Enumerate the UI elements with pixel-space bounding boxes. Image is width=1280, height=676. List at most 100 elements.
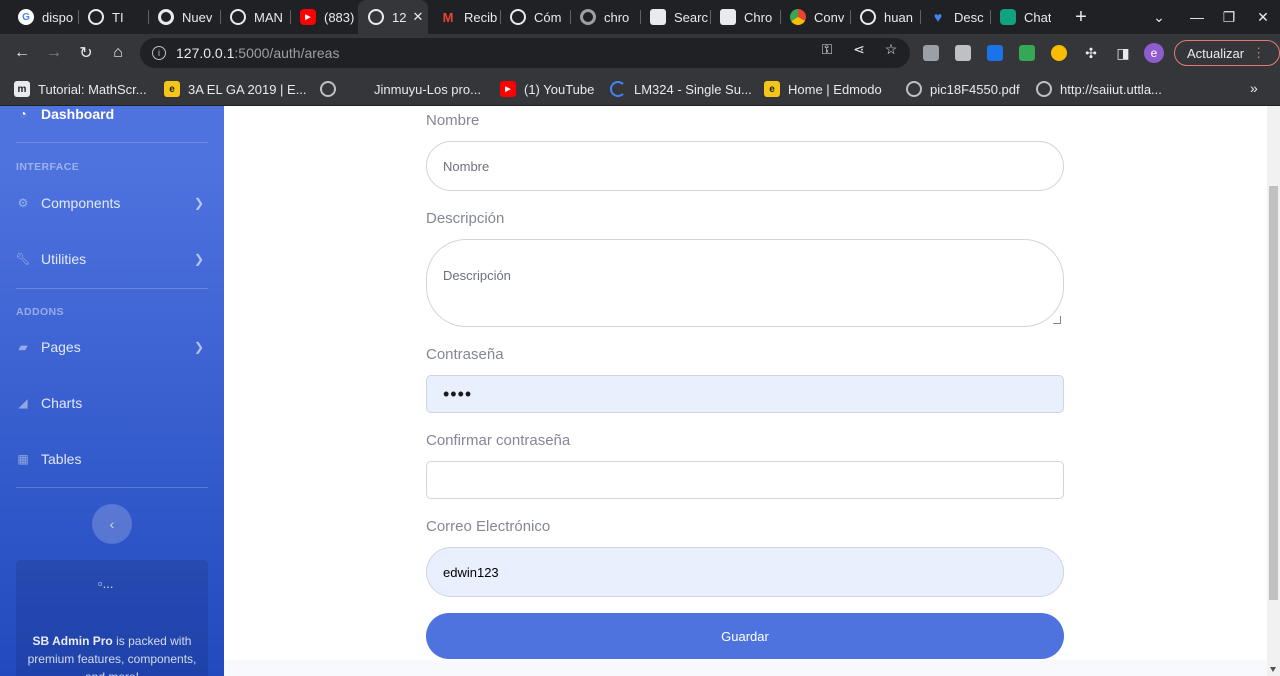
bookmark[interactable] <box>320 80 344 98</box>
avatar[interactable]: e <box>1144 43 1164 63</box>
bookmark[interactable]: e 3A EL GA 2019 | E... <box>164 80 307 98</box>
tab[interactable]: ▶ (883) <box>290 0 356 34</box>
chevron-left-icon: ‹ <box>109 516 115 532</box>
confirm-password-field[interactable] <box>426 461 1064 499</box>
restore-icon[interactable]: ❐ <box>1212 0 1246 34</box>
sidebar-item-label: Utilities <box>41 251 87 267</box>
sidebar-item-components[interactable]: ⚙ Components ❯ <box>16 191 208 215</box>
page-viewport: ◔ Dashboard INTERFACE ⚙ Components ❯ 🔧︎ … <box>0 106 1280 676</box>
descripcion-label: Descripción <box>426 210 505 227</box>
scrollbar-thumb[interactable] <box>1269 186 1278 600</box>
edmodo-icon: e <box>764 81 780 97</box>
update-label: Actualizar <box>1187 45 1245 61</box>
share-icon[interactable]: ⋖ <box>851 41 867 57</box>
bookmark[interactable]: pic18F4550.pdf <box>906 80 1020 98</box>
chart-area-icon: ◢ <box>18 396 28 410</box>
tab-active[interactable]: 12 ✕ <box>358 0 428 34</box>
reload-icon[interactable]: ↻ <box>72 39 100 67</box>
forward-icon[interactable]: → <box>40 39 68 67</box>
tab[interactable]: Nuev <box>148 0 218 34</box>
download-extension-icon[interactable] <box>1019 45 1035 61</box>
tab-title: chro <box>604 9 630 25</box>
bookmark[interactable]: ▶ (1) YouTube <box>500 80 594 98</box>
tab[interactable]: G dispo <box>8 0 74 34</box>
divider <box>16 142 208 143</box>
sidebar-item-label: Components <box>41 195 121 211</box>
sidebar-item-tables[interactable]: ▦ Tables <box>16 447 208 471</box>
back-icon[interactable]: ← <box>8 39 36 67</box>
tab-search-icon[interactable]: ⌄ <box>1142 0 1176 34</box>
globe-icon <box>1036 81 1052 97</box>
sidebar-item-utilities[interactable]: 🔧︎ Utilities ❯ <box>15 247 208 271</box>
extension-icon[interactable] <box>955 45 971 61</box>
tab[interactable]: MAN <box>220 0 288 34</box>
vertical-scrollbar[interactable] <box>1267 106 1280 676</box>
tab[interactable]: chro <box>570 0 638 34</box>
password-field[interactable]: •••• <box>426 375 1064 413</box>
tab[interactable]: Chro <box>710 0 778 34</box>
tab[interactable]: Cóm <box>500 0 568 34</box>
sidebar-item-pages[interactable]: ▰ Pages ❯ <box>16 335 208 359</box>
sidebar-item-dashboard[interactable]: ◔ Dashboard <box>16 106 208 126</box>
sidebar-item-charts[interactable]: ◢ Charts <box>16 391 208 415</box>
save-button[interactable]: Guardar <box>426 613 1064 659</box>
promo-text: SB Admin Pro is packed with premium feat… <box>27 634 197 676</box>
globe-icon <box>906 81 922 97</box>
translate-extension-icon[interactable] <box>923 45 939 61</box>
tachometer-icon: ◔ <box>19 107 27 121</box>
globe-icon <box>368 9 384 25</box>
star-icon[interactable]: ☆ <box>883 41 899 57</box>
tab[interactable]: TI <box>78 0 144 34</box>
resize-handle-icon[interactable] <box>1053 316 1061 324</box>
globe-icon <box>510 9 526 25</box>
new-tab-icon[interactable]: + <box>1069 5 1093 29</box>
bookmark[interactable]: http://saiiut.uttla... <box>1036 80 1162 98</box>
bookmark[interactable]: Jinmuyu-Los pro... <box>374 80 481 98</box>
descripcion-textarea[interactable]: Descripción <box>426 239 1064 327</box>
tab[interactable]: Searc <box>640 0 708 34</box>
tab-title: Nuev <box>182 9 213 25</box>
side-panel-icon[interactable]: ◨ <box>1115 45 1131 61</box>
sidebar-item-label: Pages <box>41 339 81 355</box>
loading-icon <box>610 81 626 97</box>
bookmark[interactable]: e Home | Edmodo <box>764 80 882 98</box>
chrome-color-icon <box>790 9 806 25</box>
tab[interactable]: Chat <box>990 0 1058 34</box>
bookmarks-overflow-icon[interactable]: » <box>1250 80 1258 96</box>
sun-extension-icon[interactable] <box>1051 45 1067 61</box>
site-info-icon[interactable]: i <box>152 46 166 60</box>
key-icon[interactable]: ⚿ <box>819 41 835 57</box>
youtube-icon: ▶ <box>500 81 516 97</box>
scroll-down-icon[interactable] <box>1270 667 1276 672</box>
tab[interactable]: M Recib <box>430 0 498 34</box>
address-bar[interactable]: i 127.0.0.1:5000/auth/areas <box>140 38 910 68</box>
bookmark[interactable]: LM324 - Single Su... <box>610 80 752 98</box>
globe-icon <box>860 9 876 25</box>
home-icon[interactable]: ⌂ <box>104 39 132 67</box>
table-icon: ▦ <box>17 452 29 466</box>
tab-title: MAN <box>254 9 283 25</box>
page-bottom-gap <box>224 660 1267 676</box>
chatgpt-icon <box>1000 9 1016 25</box>
tab[interactable]: ♥ Desc <box>920 0 988 34</box>
update-button[interactable]: Actualizar ⋮ <box>1174 40 1280 66</box>
close-window-icon[interactable]: ✕ <box>1246 0 1280 34</box>
tab[interactable]: Conv <box>780 0 848 34</box>
nombre-input[interactable]: Nombre <box>426 141 1064 191</box>
bookmark[interactable]: m Tutorial: MathScr... <box>14 80 147 98</box>
globe-icon <box>320 81 336 97</box>
folder-icon: ▰ <box>18 340 28 354</box>
youtube-icon: ▶ <box>300 9 316 25</box>
google-translate-icon[interactable] <box>987 45 1003 61</box>
email-field[interactable]: edwin123 <box>426 547 1064 597</box>
puzzle-icon[interactable]: ✣ <box>1083 45 1099 61</box>
close-icon[interactable]: ✕ <box>412 9 423 25</box>
sidebar-toggle-button[interactable]: ‹ <box>92 504 132 544</box>
chrome-icon <box>158 9 174 25</box>
email-value: edwin123 <box>443 564 499 580</box>
minimize-icon[interactable]: — <box>1180 0 1214 34</box>
tab-title: Chat <box>1024 9 1052 25</box>
tab[interactable]: huan <box>850 0 918 34</box>
tab-title: Recib <box>464 9 498 25</box>
cog-icon: ⚙ <box>17 196 29 210</box>
